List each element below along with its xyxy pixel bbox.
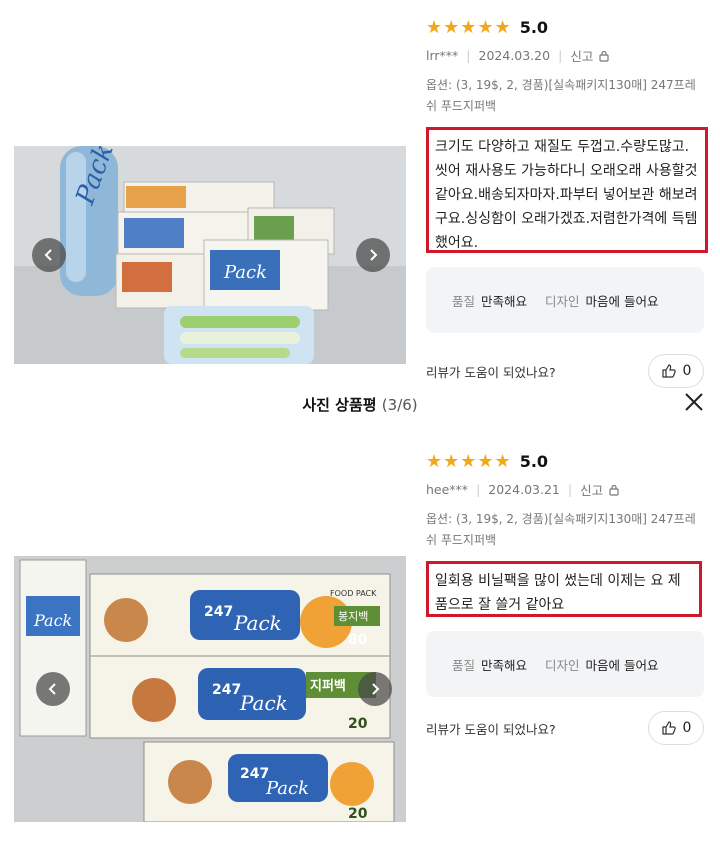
attr-design-key: 디자인 bbox=[545, 657, 580, 673]
rating-score: 5.0 bbox=[519, 451, 549, 471]
rating-score: 5.0 bbox=[519, 17, 549, 37]
review-photo-image: Pack 247 Pack FOOD PACK 80 봉지백 247 Pack … bbox=[14, 556, 406, 822]
top-box-foodpack: FOOD PACK bbox=[330, 589, 377, 598]
star-rating-icon: ★★★★★ bbox=[426, 16, 512, 38]
report-button[interactable]: 신고 bbox=[570, 46, 610, 65]
photo-prev-button[interactable] bbox=[36, 672, 70, 706]
attr-quality-key: 품질 bbox=[452, 293, 476, 309]
close-button[interactable] bbox=[682, 390, 706, 414]
chevron-right-icon bbox=[370, 249, 378, 261]
helpful-question: 리뷰가 도움이 되었나요? bbox=[426, 721, 556, 737]
report-label: 신고 bbox=[580, 483, 604, 498]
like-count: 0 bbox=[682, 720, 692, 736]
meta-divider: | bbox=[466, 48, 471, 63]
attr-quality-value: 만족해요 bbox=[481, 293, 528, 309]
review-body: 일회용 비닐팩을 많이 썼는데 이제는 요 제품으로 잘 쓸거 같아요 bbox=[426, 561, 702, 617]
photo-next-button[interactable] bbox=[358, 672, 392, 706]
bottom-box-count: 20 bbox=[348, 806, 368, 822]
review-attributes: 품질 만족해요 디자인 마음에 들어요 bbox=[426, 267, 704, 333]
review-card-2: Pack 247 Pack FOOD PACK 80 봉지백 247 Pack … bbox=[0, 440, 720, 843]
reviewer-name: lrr*** bbox=[426, 48, 459, 63]
side-box-pack-text: Pack bbox=[33, 611, 72, 630]
helpful-row: 리뷰가 도움이 되었나요? 0 bbox=[426, 354, 704, 388]
review-info: ★★★★★ 5.0 lrr*** | 2024.03.20 | 신고 옵션: (… bbox=[426, 16, 708, 333]
meta-divider: | bbox=[567, 482, 573, 497]
review-photo-image: Pack Pack bbox=[14, 146, 406, 364]
chevron-right-icon bbox=[372, 683, 380, 695]
review-attributes: 품질 만족해요 디자인 마음에 들어요 bbox=[426, 631, 704, 697]
chevron-left-icon bbox=[44, 249, 52, 261]
meta-divider: | bbox=[558, 48, 563, 63]
review-date: 2024.03.20 bbox=[478, 48, 551, 63]
page-title-text: 사진 상품평 bbox=[302, 396, 377, 414]
lock-icon bbox=[609, 484, 619, 496]
lock-icon bbox=[599, 50, 609, 62]
helpful-question: 리뷰가 도움이 되었나요? bbox=[426, 364, 556, 380]
attr-design-key: 디자인 bbox=[545, 293, 580, 309]
rating: ★★★★★ 5.0 bbox=[426, 450, 706, 472]
top-box-bag: 봉지백 bbox=[338, 610, 368, 623]
attr-design-value: 마음에 들어요 bbox=[585, 293, 659, 309]
photo-next-button[interactable] bbox=[356, 238, 390, 272]
bottom-box-pack: Pack bbox=[265, 778, 309, 799]
review-info: ★★★★★ 5.0 hee*** | 2024.03.21 | 신고 옵션: (… bbox=[426, 450, 706, 697]
chevron-left-icon bbox=[48, 683, 56, 695]
thumbs-up-icon bbox=[661, 364, 676, 378]
page-title: 사진 상품평 (3/6) bbox=[0, 394, 720, 415]
review-date: 2024.03.21 bbox=[488, 482, 560, 497]
photo-review-header: 사진 상품평 (3/6) bbox=[0, 392, 720, 418]
star-rating-icon: ★★★★★ bbox=[426, 450, 512, 472]
mid-box-pack: Pack bbox=[239, 691, 288, 715]
top-box-brand: 247 bbox=[204, 604, 233, 620]
reviewer-name: hee*** bbox=[426, 482, 469, 497]
review-meta: hee*** | 2024.03.21 | 신고 bbox=[426, 480, 706, 499]
top-box-count: 80 bbox=[348, 632, 368, 648]
review-option: 옵션: (3, 19$, 2, 경품)[실속패키지130매] 247프레쉬 푸드… bbox=[426, 512, 696, 547]
review-photo[interactable]: Pack Pack bbox=[14, 146, 406, 364]
mid-box-zipper: 지퍼백 bbox=[310, 679, 346, 694]
helpful-like-button[interactable]: 0 bbox=[648, 354, 704, 388]
review-photo[interactable]: Pack 247 Pack FOOD PACK 80 봉지백 247 Pack … bbox=[14, 556, 406, 822]
attr-design-value: 마음에 들어요 bbox=[585, 657, 659, 673]
review-card-1: Pack Pack ★★★★★ 5.0 lrr*** | 2024.03.20 … bbox=[0, 0, 720, 392]
report-label: 신고 bbox=[570, 49, 594, 64]
mid-box-brand: 247 bbox=[212, 682, 241, 698]
review-body: 크기도 다양하고 재질도 두껍고.수량도많고.씻어 재사용도 가능하다니 오래오… bbox=[426, 127, 708, 253]
helpful-like-button[interactable]: 0 bbox=[648, 711, 704, 745]
meta-divider: | bbox=[476, 482, 481, 497]
attr-quality-value: 만족해요 bbox=[481, 657, 528, 673]
helpful-row: 리뷰가 도움이 되었나요? 0 bbox=[426, 711, 704, 745]
like-count: 0 bbox=[682, 363, 692, 379]
bottom-box-brand: 247 bbox=[240, 766, 269, 782]
thumbs-up-icon bbox=[661, 721, 676, 735]
top-box-pack: Pack bbox=[233, 611, 282, 635]
report-button[interactable]: 신고 bbox=[580, 480, 620, 499]
photo-counter: (3/6) bbox=[381, 396, 418, 414]
review-option: 옵션: (3, 19$, 2, 경품)[실속패키지130매] 247프레쉬 푸드… bbox=[426, 78, 696, 113]
box-pack-text: Pack bbox=[223, 262, 267, 283]
mid-box-count: 20 bbox=[348, 716, 368, 732]
rating: ★★★★★ 5.0 bbox=[426, 16, 706, 38]
photo-prev-button[interactable] bbox=[32, 238, 66, 272]
review-meta: lrr*** | 2024.03.20 | 신고 bbox=[426, 46, 706, 65]
close-icon bbox=[685, 393, 703, 411]
attr-quality-key: 품질 bbox=[452, 657, 476, 673]
